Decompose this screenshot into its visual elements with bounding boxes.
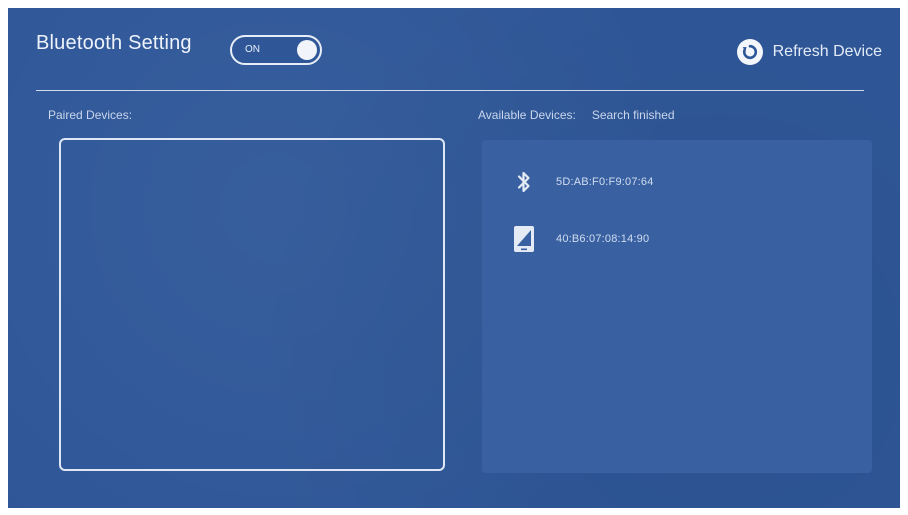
paired-devices-list bbox=[59, 138, 445, 471]
refresh-device-button[interactable]: Refresh Device bbox=[736, 38, 882, 66]
paired-devices-label: Paired Devices: bbox=[48, 108, 133, 122]
device-address: 40:B6:07:08:14:90 bbox=[556, 233, 650, 245]
refresh-icon bbox=[736, 39, 763, 65]
toggle-label: ON bbox=[245, 44, 260, 55]
header-divider bbox=[36, 90, 864, 91]
available-device-item[interactable]: 40:B6:07:08:14:90 bbox=[512, 225, 649, 253]
bluetooth-toggle[interactable]: ON bbox=[230, 35, 322, 65]
bluetooth-icon bbox=[512, 168, 536, 196]
available-devices-list: 5D:AB:F0:F9:07:64 40:B6:07:08:14:90 bbox=[482, 140, 872, 473]
available-device-item[interactable]: 5D:AB:F0:F9:07:64 bbox=[512, 168, 654, 196]
toggle-knob bbox=[297, 40, 317, 60]
available-devices-heading: Available Devices: Search finished bbox=[478, 108, 675, 122]
bluetooth-settings-screen: Bluetooth Setting ON Refresh Device Pair… bbox=[8, 8, 900, 508]
page-title: Bluetooth Setting bbox=[36, 32, 192, 54]
device-address: 5D:AB:F0:F9:07:64 bbox=[556, 176, 654, 188]
search-status: Search finished bbox=[591, 108, 675, 122]
available-devices-label: Available Devices: bbox=[478, 108, 576, 122]
refresh-device-label: Refresh Device bbox=[772, 43, 882, 60]
phone-icon bbox=[512, 225, 536, 253]
